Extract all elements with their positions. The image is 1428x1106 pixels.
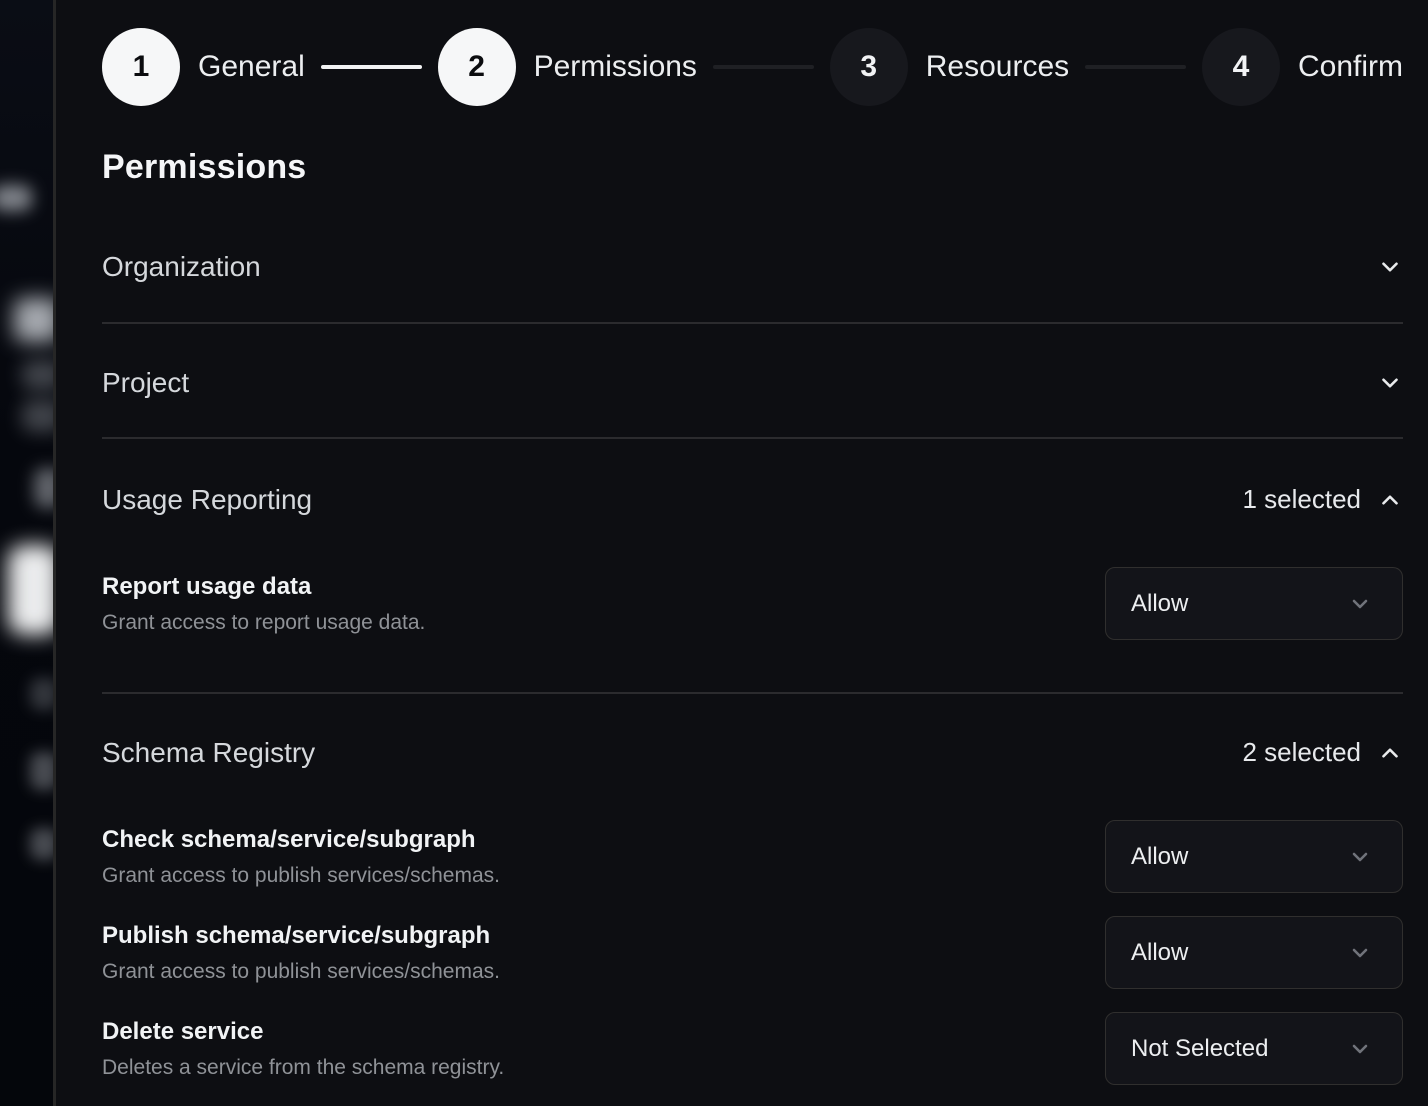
- permission-row-report-usage-data: Report usage data Grant access to report…: [102, 567, 1403, 640]
- sidebar-blur-blob: [22, 400, 53, 432]
- step-connector-incomplete: [713, 65, 814, 69]
- permission-description: Deletes a service from the schema regist…: [102, 1056, 504, 1079]
- chevron-down-icon[interactable]: [1377, 254, 1403, 280]
- permission-title: Delete service: [102, 1019, 504, 1045]
- permission-select[interactable]: Allow: [1105, 567, 1403, 640]
- step-circle: 2: [438, 28, 516, 106]
- permission-select[interactable]: Allow: [1105, 820, 1403, 893]
- section-title: Organization: [102, 252, 261, 282]
- chevron-up-icon[interactable]: [1377, 740, 1403, 766]
- permission-description: Grant access to publish services/schemas…: [102, 864, 500, 887]
- step-number: 2: [468, 50, 485, 84]
- section-title: Project: [102, 368, 189, 398]
- section-header[interactable]: Usage Reporting 1 selected: [102, 484, 1403, 515]
- section-project: Project: [102, 324, 1403, 439]
- step-confirm[interactable]: 4 Confirm: [1202, 28, 1403, 106]
- background-sidebar: [0, 0, 53, 1106]
- chevron-down-icon: [1348, 1037, 1372, 1061]
- sidebar-highlight-blob: [8, 545, 53, 635]
- select-value: Allow: [1131, 590, 1188, 618]
- sidebar-blur-blob: [30, 752, 53, 790]
- step-resources[interactable]: 3 Resources: [830, 28, 1069, 106]
- section-header-right: 2 selected: [1242, 737, 1403, 768]
- permission-description: Grant access to publish services/schemas…: [102, 960, 500, 983]
- permission-row-check-schema: Check schema/service/subgraph Grant acce…: [102, 820, 1403, 893]
- permission-title: Report usage data: [102, 574, 425, 600]
- page-title: Permissions: [102, 148, 1403, 186]
- chevron-down-icon: [1348, 941, 1372, 965]
- chevron-down-icon: [1348, 592, 1372, 616]
- section-title: Schema Registry: [102, 738, 315, 768]
- permission-row-publish-schema: Publish schema/service/subgraph Grant ac…: [102, 916, 1403, 989]
- permission-select[interactable]: Allow: [1105, 916, 1403, 989]
- access-token-wizard-panel: 1 General 2 Permissions 3 Resources 4 Co…: [56, 0, 1428, 1106]
- permission-select[interactable]: Not Selected: [1105, 1012, 1403, 1085]
- permission-text: Check schema/service/subgraph Grant acce…: [102, 827, 500, 887]
- section-organization: Organization: [102, 252, 1403, 324]
- selected-count-badge: 1 selected: [1242, 484, 1361, 515]
- selected-count-badge: 2 selected: [1242, 737, 1361, 768]
- select-value: Allow: [1131, 939, 1188, 967]
- section-header[interactable]: Schema Registry 2 selected: [102, 737, 1403, 768]
- step-number: 4: [1233, 50, 1250, 84]
- permission-title: Check schema/service/subgraph: [102, 827, 500, 853]
- step-label: Permissions: [534, 50, 697, 84]
- sidebar-blur-blob: [30, 678, 53, 710]
- sidebar-blur-blob: [22, 360, 53, 390]
- permission-row-delete-service: Delete service Deletes a service from th…: [102, 1012, 1403, 1085]
- select-value: Allow: [1131, 843, 1188, 871]
- permission-rows: Report usage data Grant access to report…: [102, 567, 1403, 640]
- step-number: 3: [860, 50, 877, 84]
- permission-text: Delete service Deletes a service from th…: [102, 1019, 504, 1079]
- permission-rows: Check schema/service/subgraph Grant acce…: [102, 820, 1403, 1085]
- step-circle: 4: [1202, 28, 1280, 106]
- section-header-right: 1 selected: [1242, 484, 1403, 515]
- step-label: General: [198, 50, 305, 84]
- step-general[interactable]: 1 General: [102, 28, 305, 106]
- step-circle: 1: [102, 28, 180, 106]
- step-connector-complete: [321, 65, 422, 69]
- section-title: Usage Reporting: [102, 485, 312, 515]
- permission-description: Grant access to report usage data.: [102, 611, 425, 634]
- wizard-stepper: 1 General 2 Permissions 3 Resources 4 Co…: [102, 28, 1403, 106]
- chevron-down-icon: [1348, 845, 1372, 869]
- chevron-up-icon[interactable]: [1377, 487, 1403, 513]
- step-number: 1: [133, 50, 150, 84]
- section-schema-registry: Schema Registry 2 selected Check schema/…: [102, 694, 1403, 1085]
- step-label: Confirm: [1298, 50, 1403, 84]
- step-connector-incomplete: [1085, 65, 1186, 69]
- select-value: Not Selected: [1131, 1035, 1268, 1063]
- sidebar-blur-blob: [0, 185, 32, 211]
- sidebar-blur-blob: [14, 298, 53, 342]
- permission-text: Publish schema/service/subgraph Grant ac…: [102, 923, 500, 983]
- step-label: Resources: [926, 50, 1069, 84]
- step-permissions[interactable]: 2 Permissions: [438, 28, 697, 106]
- sidebar-blur-blob: [34, 468, 53, 508]
- chevron-down-icon[interactable]: [1377, 370, 1403, 396]
- section-header[interactable]: Organization: [102, 252, 1403, 282]
- permission-title: Publish schema/service/subgraph: [102, 923, 500, 949]
- section-usage-reporting: Usage Reporting 1 selected Report usage …: [102, 439, 1403, 694]
- step-circle: 3: [830, 28, 908, 106]
- permission-text: Report usage data Grant access to report…: [102, 574, 425, 634]
- sidebar-blur-blob: [30, 828, 53, 860]
- section-header[interactable]: Project: [102, 368, 1403, 398]
